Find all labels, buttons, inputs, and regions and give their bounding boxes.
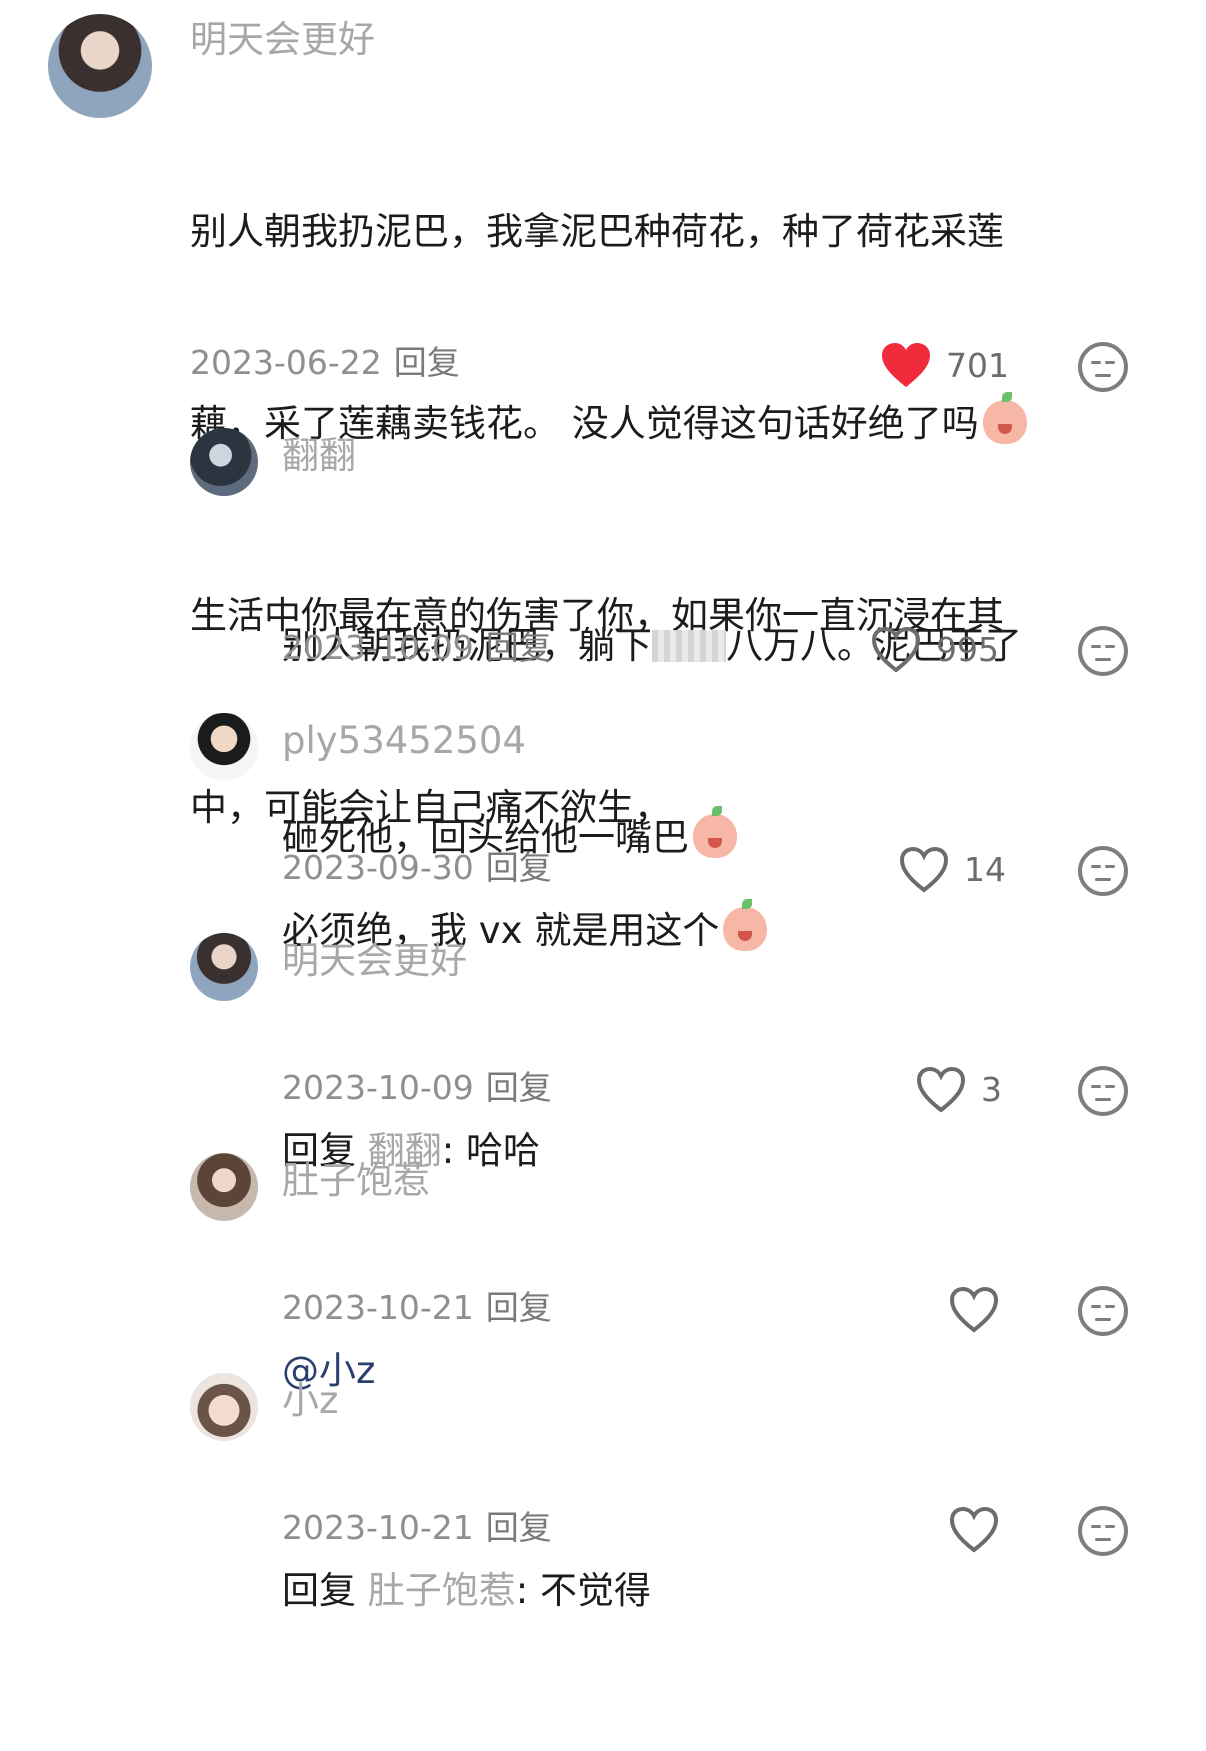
comment-meta: 2023-10-09 回复 [282,1068,552,1108]
comment-reply: 肚子饱惹 @小z 2023-10-21 回复 [0,1145,1206,1392]
heart-icon [949,1286,999,1333]
like-button[interactable]: 995 [870,626,999,674]
like-button[interactable] [948,1286,1014,1334]
censored-text [652,630,726,662]
smiley-icon[interactable] [1078,626,1128,676]
smiley-icon[interactable] [1078,1506,1128,1556]
avatar[interactable] [48,14,152,118]
reply-button[interactable]: 回复 [394,343,460,382]
timestamp: 2023-10-09 [282,628,474,667]
reply-to-user[interactable]: 肚子饱惹 [368,1569,516,1612]
heart-icon [871,626,921,673]
smiley-icon[interactable] [1078,846,1128,896]
username[interactable]: 肚子饱惹 [282,1159,430,1203]
timestamp: 2023-10-09 [282,1068,474,1107]
like-count: 995 [936,630,999,669]
like-button[interactable]: 14 [898,846,1006,894]
heart-icon [882,343,930,387]
like-count: 3 [981,1070,1002,1109]
timestamp: 2023-10-21 [282,1508,474,1547]
avatar[interactable] [190,1373,258,1441]
comment-reply: ply53452504 必须绝，我 vx 就是用这个 2023-09-30 回复 … [0,705,1206,952]
comment-reply: 翻翻 别人朝我扔泥巴，躺下 八万八。泥巴干了 砸死他，回头给他一嘴巴 2023-1… [0,420,1206,859]
username[interactable]: 明天会更好 [282,939,467,983]
comment-meta: 2023-10-21 回复 [282,1288,552,1328]
heart-icon [949,1506,999,1553]
comment-reply: 明天会更好 回复 翻翻: 哈哈 2023-10-09 回复 3 [0,925,1206,1172]
avatar[interactable] [190,1153,258,1221]
smiley-icon[interactable] [1078,1286,1128,1336]
smiley-icon[interactable] [1078,342,1128,392]
like-button[interactable]: 3 [915,1066,1002,1114]
reply-button[interactable]: 回复 [486,1068,552,1107]
timestamp: 2023-09-30 [282,848,474,887]
timestamp: 2023-10-21 [282,1288,474,1327]
comment-reply: 小z 回复 肚子饱惹: 不觉得 2023-10-21 回复 [0,1365,1206,1612]
reply-button[interactable]: 回复 [486,1508,552,1547]
comment-top-level: 明天会更好 别人朝我扔泥巴，我拿泥巴种荷花，种了荷花采莲 藕，采了莲藕卖钱花。 … [0,0,1206,829]
reply-button[interactable]: 回复 [486,848,552,887]
comment-meta: 2023-10-09 回复 [282,628,552,668]
reply-button[interactable]: 回复 [486,1288,552,1327]
avatar[interactable] [190,428,258,496]
comment-meta: 2023-06-22 回复 [190,343,460,383]
avatar[interactable] [190,933,258,1001]
like-count: 701 [946,346,1009,385]
heart-icon [899,846,949,893]
comment-meta: 2023-10-21 回复 [282,1508,552,1548]
comment-meta: 2023-09-30 回复 [282,848,552,888]
timestamp: 2023-06-22 [190,343,382,382]
heart-icon [916,1066,966,1113]
comment-text: 回复 肚子饱惹: 不觉得 [282,1569,651,1612]
smiley-icon[interactable] [1078,1066,1128,1116]
username[interactable]: ply53452504 [282,719,526,763]
avatar[interactable] [190,713,258,781]
username[interactable]: 小z [282,1379,338,1423]
username[interactable]: 明天会更好 [190,18,375,62]
username[interactable]: 翻翻 [282,434,356,478]
reply-button[interactable]: 回复 [486,628,552,667]
like-count: 14 [964,850,1006,889]
like-button[interactable] [948,1506,1014,1554]
like-button[interactable]: 701 [880,342,1009,390]
